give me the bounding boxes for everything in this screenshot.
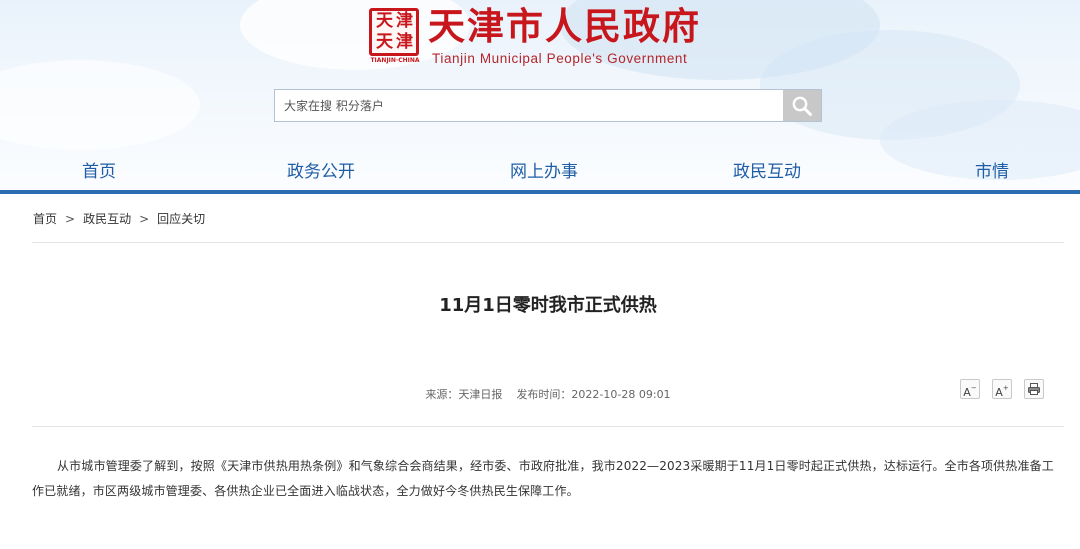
cloud-decoration — [0, 60, 200, 150]
nav-item-city-info[interactable]: 市情 — [975, 160, 1009, 184]
seal-char: 津 — [396, 32, 413, 52]
seal-char: 天 — [376, 32, 393, 52]
breadcrumb: 首页 > 政民互动 > 回应关切 — [33, 210, 205, 228]
breadcrumb-public-interaction[interactable]: 政民互动 — [83, 212, 131, 226]
breadcrumb-separator: > — [65, 212, 76, 226]
article-source: 来源：天津日报 — [425, 388, 503, 401]
main-nav: 首页 政务公开 网上办事 政民互动 市情 — [0, 150, 1080, 190]
search-icon — [792, 96, 812, 116]
search-box — [274, 89, 822, 122]
seal-caption: TIANJIN·CHINA — [370, 57, 420, 64]
nav-item-public-interaction[interactable]: 政民互动 — [733, 160, 801, 184]
article-publish-time: 发布时间：2022-10-28 09:01 — [516, 388, 671, 401]
print-icon — [1028, 383, 1040, 395]
divider — [32, 426, 1064, 427]
nav-item-online-services[interactable]: 网上办事 — [510, 160, 578, 184]
nav-underline-bar — [0, 190, 1080, 194]
font-decrease-icon: A− — [963, 384, 977, 399]
font-decrease-button[interactable]: A− — [960, 379, 980, 399]
font-increase-button[interactable]: A+ — [992, 379, 1012, 399]
site-subtitle: Tianjin Municipal People's Government — [432, 51, 688, 66]
breadcrumb-current[interactable]: 回应关切 — [157, 212, 205, 226]
nav-item-home[interactable]: 首页 — [82, 160, 116, 184]
breadcrumb-home[interactable]: 首页 — [33, 212, 57, 226]
font-increase-icon: A+ — [995, 384, 1009, 399]
print-button[interactable] — [1024, 379, 1044, 399]
article-title: 11月1日零时我市正式供热 — [439, 295, 657, 316]
breadcrumb-separator: > — [139, 212, 150, 226]
tianjin-seal-logo[interactable]: 天 津 天 津 — [369, 8, 419, 56]
article-meta: 来源：天津日报 发布时间：2022-10-28 09:01 — [0, 387, 1080, 403]
divider — [32, 242, 1064, 243]
seal-char: 天 — [376, 11, 393, 31]
nav-item-government-affairs[interactable]: 政务公开 — [287, 160, 355, 184]
seal-char: 津 — [396, 11, 413, 31]
article-body: 从市城市管理委了解到，按照《天津市供热用热条例》和气象综合会商结果，经市委、市政… — [32, 459, 1054, 498]
search-button[interactable] — [783, 90, 821, 121]
site-header: 天 津 天 津 TIANJIN·CHINA 天津市人民政府 Tianjin Mu… — [0, 0, 1080, 190]
search-input[interactable] — [275, 90, 785, 121]
site-title[interactable]: 天津市人民政府 — [428, 5, 701, 49]
